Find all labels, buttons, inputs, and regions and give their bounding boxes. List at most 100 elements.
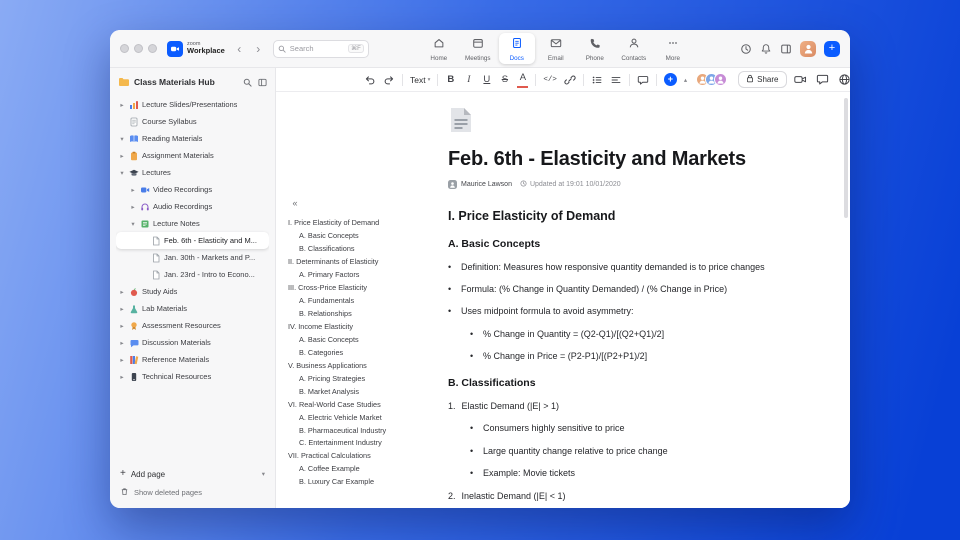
outline-item[interactable]: A. Pricing Strategies <box>288 375 442 384</box>
underline-button[interactable]: U <box>481 72 492 88</box>
outline-item[interactable]: C. Entertainment Industry <box>288 439 442 448</box>
strikethrough-button[interactable]: S <box>499 72 510 88</box>
outline-item[interactable]: A. Basic Concepts <box>288 336 442 345</box>
chat-bubble-icon[interactable] <box>816 73 829 86</box>
tab-phone[interactable]: Phone <box>577 33 613 64</box>
insert-block-button[interactable]: + <box>663 73 677 86</box>
chevron-down-icon[interactable]: ▾ <box>129 220 137 228</box>
outline-item[interactable]: II. Determinants of Elasticity <box>288 258 442 267</box>
sidebar-tree-item[interactable]: ▸ Audio Recordings <box>116 198 269 215</box>
collaborator-avatar[interactable] <box>714 73 728 86</box>
outline-item[interactable]: IV. Income Elasticity <box>288 323 442 332</box>
outline-item[interactable]: I. Price Elasticity of Demand <box>288 219 442 228</box>
chevron-right-icon[interactable]: ▸ <box>129 186 137 194</box>
document-canvas[interactable]: « I. Price Elasticity of Demand A. Basic … <box>276 92 850 508</box>
chevron-right-icon[interactable]: ▸ <box>118 152 126 160</box>
collapse-outline-button[interactable]: « <box>288 196 302 210</box>
outline-item[interactable]: VII. Practical Calculations <box>288 452 442 461</box>
outline-item[interactable]: B. Categories <box>288 349 442 358</box>
document-title[interactable]: Feb. 6th - Elasticity and Markets <box>448 148 844 171</box>
doc-body[interactable]: I. Price Elasticity of Demand A. Basic Co… <box>448 209 844 502</box>
chevron-down-icon[interactable]: ▾ <box>118 169 126 177</box>
tab-docs[interactable]: Docs <box>498 33 535 64</box>
sidebar-tree-item[interactable]: ▸ Assessment Resources <box>116 317 269 334</box>
outline-item[interactable]: V. Business Applications <box>288 362 442 371</box>
tab-email[interactable]: Email <box>538 33 574 64</box>
sidebar-tree-item[interactable]: ▾ Reading Materials <box>116 130 269 147</box>
comment-button[interactable] <box>637 72 649 88</box>
outline-item[interactable]: A. Coffee Example <box>288 465 442 474</box>
back-button[interactable]: ‹ <box>233 42 246 56</box>
align-button[interactable] <box>610 72 622 88</box>
collapse-sidebar-icon[interactable] <box>258 78 267 87</box>
chevron-down-icon[interactable]: ▾ <box>262 470 265 478</box>
sidebar-tree-item[interactable]: Feb. 6th - Elasticity and M... <box>116 232 269 249</box>
notifications-bell-icon[interactable] <box>760 43 772 55</box>
chevron-right-icon[interactable]: ▸ <box>118 322 126 330</box>
document-content: Feb. 6th - Elasticity and Markets Mauric… <box>448 106 844 502</box>
outline-item[interactable]: A. Primary Factors <box>288 271 442 280</box>
outline-item[interactable]: B. Classifications <box>288 245 442 254</box>
outline-item[interactable]: A. Fundamentals <box>288 297 442 306</box>
share-button[interactable]: Share <box>738 71 787 88</box>
outline-item[interactable]: III. Cross-Price Elasticity <box>288 284 442 293</box>
chevron-right-icon[interactable]: ▸ <box>118 373 126 381</box>
outline-item[interactable]: B. Market Analysis <box>288 388 442 397</box>
close-window-button[interactable] <box>120 44 129 53</box>
sidebar-tree-item[interactable]: ▸ Assignment Materials <box>116 147 269 164</box>
chevron-right-icon[interactable]: ▸ <box>118 288 126 296</box>
chevron-right-icon[interactable]: ▸ <box>118 339 126 347</box>
link-button[interactable] <box>564 72 576 88</box>
sidebar-tree-item[interactable]: ▾ Lecture Notes <box>116 215 269 232</box>
sidebar-tree-item[interactable]: Course Syllabus <box>116 113 269 130</box>
sidebar-tree-item[interactable]: ▸ Study Aids <box>116 283 269 300</box>
bold-button[interactable]: B <box>445 72 456 88</box>
profile-avatar[interactable] <box>800 40 816 57</box>
sidebar-tree-item[interactable]: Jan. 23rd - Intro to Econo... <box>116 266 269 283</box>
outline-item[interactable]: A. Electric Vehicle Market <box>288 414 442 423</box>
side-panel-icon[interactable] <box>780 43 792 55</box>
collapse-toolbar-icon[interactable]: ▴ <box>684 76 687 84</box>
outline-item[interactable]: B. Pharmaceutical Industry <box>288 427 442 436</box>
sidebar-search-icon[interactable] <box>243 78 252 87</box>
outline-item[interactable]: B. Luxury Car Example <box>288 478 442 487</box>
outline-item[interactable]: A. Basic Concepts <box>288 232 442 241</box>
sidebar-tree-item[interactable]: ▸ Technical Resources <box>116 368 269 385</box>
clock-icon[interactable] <box>740 43 752 55</box>
tab-contacts[interactable]: Contacts <box>616 33 652 64</box>
chevron-down-icon[interactable]: ▾ <box>118 135 126 143</box>
scrollbar[interactable] <box>844 98 848 218</box>
new-item-plus-button[interactable]: + <box>824 40 840 57</box>
italic-button[interactable]: I <box>463 72 474 88</box>
sidebar-tree-item[interactable]: ▸ Video Recordings <box>116 181 269 198</box>
tab-meetings[interactable]: Meetings <box>460 33 496 64</box>
language-globe-icon[interactable] <box>838 73 851 86</box>
sidebar-tree-item[interactable]: ▸ Discussion Materials <box>116 334 269 351</box>
sidebar-tree-item[interactable]: ▾ Lectures <box>116 164 269 181</box>
show-deleted-pages-button[interactable]: Show deleted pages <box>120 487 265 498</box>
redo-button[interactable] <box>383 72 395 88</box>
sidebar-tree-item[interactable]: Jan. 30th - Markets and P... <box>116 249 269 266</box>
global-search-input[interactable]: Search ⌘F <box>272 39 369 58</box>
undo-button[interactable] <box>364 72 376 88</box>
chevron-right-icon[interactable]: ▸ <box>118 101 126 109</box>
add-page-button[interactable]: + Add page ▾ <box>120 469 265 479</box>
maximize-window-button[interactable] <box>148 44 157 53</box>
text-color-button[interactable]: A <box>517 72 529 88</box>
minimize-window-button[interactable] <box>134 44 143 53</box>
sidebar-tree-item[interactable]: ▸ Lecture Slides/Presentations <box>116 96 269 113</box>
chevron-right-icon[interactable]: ▸ <box>118 356 126 364</box>
text-style-dropdown[interactable]: Text ▾ <box>410 75 430 85</box>
forward-button[interactable]: › <box>252 42 265 56</box>
video-camera-icon[interactable] <box>793 73 807 86</box>
outline-item[interactable]: B. Relationships <box>288 310 442 319</box>
chevron-right-icon[interactable]: ▸ <box>129 203 137 211</box>
bullet-list-button[interactable] <box>591 72 603 88</box>
chevron-right-icon[interactable]: ▸ <box>118 305 126 313</box>
tab-more[interactable]: More <box>655 33 691 64</box>
sidebar-tree-item[interactable]: ▸ Reference Materials <box>116 351 269 368</box>
sidebar-tree-item[interactable]: ▸ Lab Materials <box>116 300 269 317</box>
outline-item[interactable]: VI. Real-World Case Studies <box>288 401 442 410</box>
code-button[interactable]: </> <box>543 72 557 88</box>
tab-home[interactable]: Home <box>421 33 457 64</box>
